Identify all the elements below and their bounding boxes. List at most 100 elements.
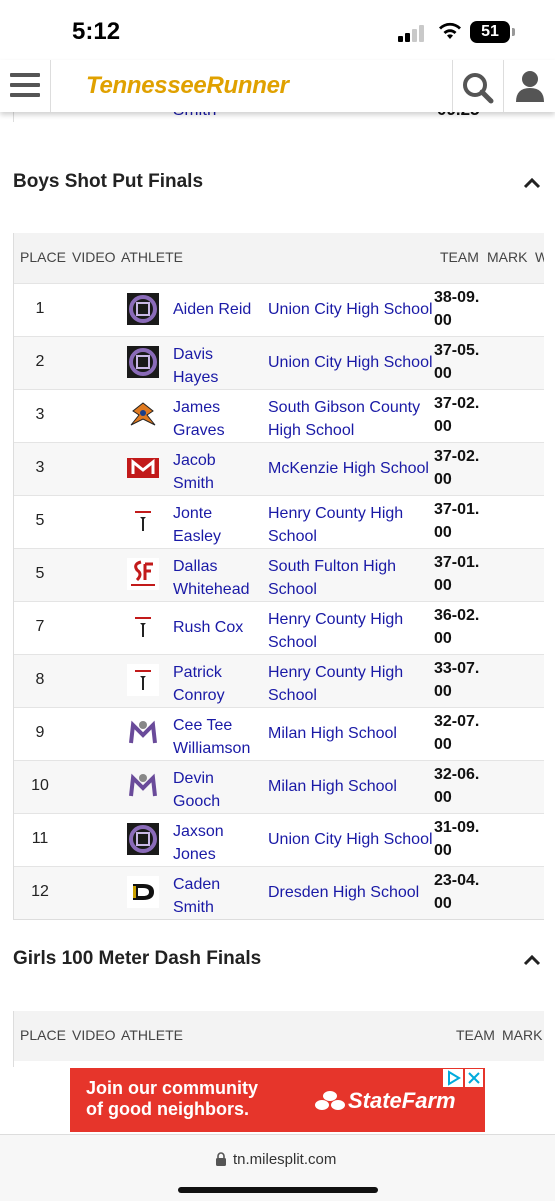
wifi-icon: [439, 22, 461, 39]
column-header-place[interactable]: PLACE: [20, 1027, 66, 1043]
mark-value: 36-02.00: [434, 607, 480, 647]
table-row: 5 Jonte Easley Henry County High School …: [14, 495, 544, 548]
mark-value: 32-06.00: [434, 766, 480, 806]
athlete-link[interactable]: Dallas Whitehead: [173, 555, 257, 601]
ad-close-icon[interactable]: [465, 1069, 483, 1087]
mark-value: 37-02.00: [434, 448, 480, 488]
table-border: [13, 112, 14, 122]
table-row: 5 Dallas Whitehead South Fulton High Sch…: [14, 548, 544, 601]
team-link[interactable]: Henry County High School: [268, 608, 436, 654]
ad-line: of good neighbors.: [86, 1099, 249, 1119]
advertisement-banner[interactable]: Join our community of good neighbors. St…: [70, 1068, 485, 1132]
dresden-logo-icon: [127, 876, 159, 908]
search-icon[interactable]: [462, 72, 494, 104]
henry-county-logo-icon: [127, 611, 159, 643]
table-header: PLACE VIDEO ATHLETE TEAM MARK W: [14, 233, 544, 283]
team-link[interactable]: South Gibson County High School: [268, 396, 436, 442]
union-city-logo-icon: [127, 823, 159, 855]
hamburger-menu-icon[interactable]: [10, 73, 40, 99]
column-header-wind[interactable]: W: [535, 249, 544, 265]
table-header: PLACE VIDEO ATHLETE TEAM MARK: [14, 1011, 544, 1061]
team-link[interactable]: Dresden High School: [268, 881, 436, 904]
athlete-link[interactable]: Devin Gooch: [173, 767, 257, 813]
mark-value: 32-07.00: [434, 713, 480, 753]
team-link[interactable]: Union City High School: [268, 351, 436, 374]
ad-brand: StateFarm: [348, 1088, 456, 1113]
team-link[interactable]: Union City High School: [268, 828, 436, 851]
collapse-chevron-up-icon[interactable]: [522, 176, 542, 190]
athlete-link[interactable]: Jacob Smith: [173, 449, 257, 495]
column-header-team[interactable]: TEAM: [456, 1027, 495, 1043]
table-row: 2 Davis Hayes Union City High School 37-…: [14, 336, 544, 389]
ad-line: Join our community: [86, 1078, 259, 1098]
results-table: PLACE VIDEO ATHLETE TEAM MARK: [13, 1011, 544, 1067]
column-header-video[interactable]: VIDEO: [72, 1027, 116, 1043]
place-cell: 11: [31, 830, 49, 847]
place-cell: 3: [35, 459, 45, 476]
athlete-link[interactable]: Rush Cox: [173, 616, 257, 639]
union-city-logo-icon: [127, 346, 159, 378]
column-header-place[interactable]: PLACE: [20, 249, 66, 265]
team-link[interactable]: Henry County High School: [268, 502, 436, 548]
athlete-link[interactable]: Caden Smith: [173, 873, 257, 919]
place-cell: 1: [35, 300, 45, 317]
mark-value: 37-01.00: [434, 554, 480, 594]
previous-table-row-peek: Smith 09.25: [0, 112, 555, 122]
section-title: Boys Shot Put Finals: [13, 171, 204, 192]
header-divider: [452, 60, 453, 112]
team-link[interactable]: South Fulton High School: [268, 555, 436, 601]
column-header-video[interactable]: VIDEO: [72, 249, 116, 265]
table-row: 10 Devin Gooch Milan High School 32-06.0…: [14, 760, 544, 813]
athlete-link[interactable]: Jaxson Jones: [173, 820, 257, 866]
url-text[interactable]: tn.milesplit.com: [233, 1151, 336, 1168]
collapse-chevron-up-icon[interactable]: [522, 953, 542, 967]
team-link[interactable]: Milan High School: [268, 775, 436, 798]
athlete-link[interactable]: Smith: [173, 112, 216, 120]
ad-text: Join our community of good neighbors.: [86, 1078, 258, 1120]
team-link[interactable]: Henry County High School: [268, 661, 436, 707]
athlete-link[interactable]: Jonte Easley: [173, 502, 257, 548]
table-row: 11 Jaxson Jones Union City High School 3…: [14, 813, 544, 866]
home-indicator[interactable]: [178, 1187, 378, 1193]
milan-logo-icon: [127, 770, 159, 802]
column-header-mark[interactable]: MARK: [502, 1027, 542, 1043]
table-row: 8 Patrick Conroy Henry County High Schoo…: [14, 654, 544, 707]
table-row: 1 Aiden Reid Union City High School 38-0…: [14, 283, 544, 336]
athlete-link[interactable]: Patrick Conroy: [173, 661, 257, 707]
team-link[interactable]: Union City High School: [268, 298, 436, 321]
team-link[interactable]: McKenzie High School: [268, 457, 436, 480]
section-title: Girls 100 Meter Dash Finals: [13, 948, 262, 969]
athlete-link[interactable]: Cee Tee Williamson: [173, 714, 257, 760]
column-header-athlete[interactable]: ATHLETE: [121, 249, 183, 265]
status-bar: 5:12 51: [0, 0, 555, 60]
place-cell: 5: [35, 512, 45, 529]
column-header-team[interactable]: TEAM: [440, 249, 479, 265]
header-divider: [503, 60, 504, 112]
athlete-link[interactable]: James Graves: [173, 396, 257, 442]
athlete-link[interactable]: Aiden Reid: [173, 298, 257, 321]
ad-choices-icon[interactable]: [443, 1069, 463, 1087]
column-header-athlete[interactable]: ATHLETE: [121, 1027, 183, 1043]
table-row: 3 James Graves South Gibson County High …: [14, 389, 544, 442]
place-cell: 9: [35, 724, 45, 741]
cellular-signal-icon: [398, 24, 428, 42]
state-farm-ovals-icon: [315, 1091, 345, 1110]
status-time: 5:12: [72, 18, 121, 45]
mark-value: 37-01.00: [434, 501, 480, 541]
place-cell: 3: [35, 406, 45, 423]
column-header-mark[interactable]: MARK: [487, 249, 527, 265]
lock-icon: [216, 1152, 226, 1166]
table-row: 9 Cee Tee Williamson Milan High School 3…: [14, 707, 544, 760]
mark-value: 37-02.00: [434, 395, 480, 435]
user-account-icon[interactable]: [515, 70, 545, 102]
henry-county-logo-icon: [127, 664, 159, 696]
browser-url-bar[interactable]: tn.milesplit.com: [0, 1134, 555, 1201]
results-table: PLACE VIDEO ATHLETE TEAM MARK W 1 Aiden …: [13, 233, 544, 920]
henry-county-logo-icon: [127, 505, 159, 537]
team-link[interactable]: Milan High School: [268, 722, 436, 745]
south-gibson-logo-icon: [130, 402, 156, 426]
athlete-link[interactable]: Davis Hayes: [173, 343, 257, 389]
site-logo[interactable]: TennesseeRunner: [86, 72, 289, 100]
mark-value: 37-05.00: [434, 342, 480, 382]
battery-indicator: 51: [470, 21, 510, 43]
